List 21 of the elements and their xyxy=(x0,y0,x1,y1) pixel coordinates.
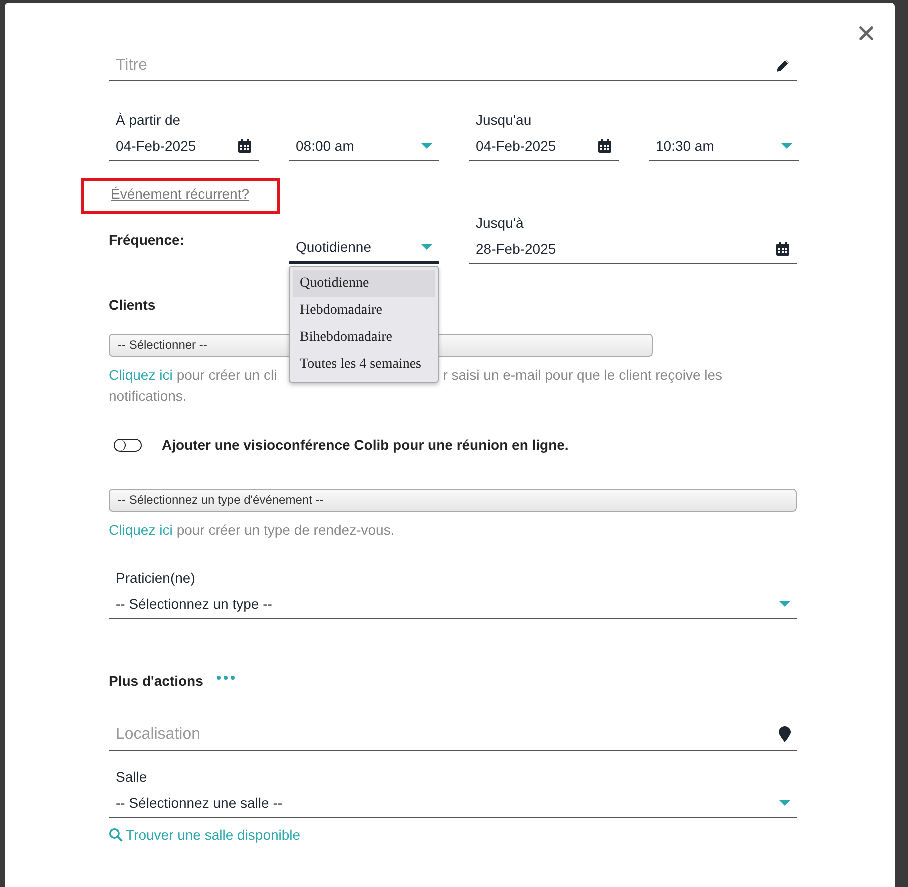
room-value: -- Sélectionnez une salle -- xyxy=(116,794,284,810)
field-label: Jusqu'à xyxy=(475,214,525,233)
time-value: 08:00 am xyxy=(296,138,356,154)
field-label: Salle xyxy=(115,768,148,787)
practitioner-value: -- Sélectionnez un type -- xyxy=(116,596,274,612)
help-text: pour créer un cli xyxy=(176,367,278,383)
field-label: Praticien(ne) xyxy=(115,569,196,588)
help-text: notifications. xyxy=(109,388,187,404)
frequency-label: Fréquence: xyxy=(109,231,186,250)
help-text: pour créer un type de rendez-vous. xyxy=(176,522,395,538)
date-value: 04-Feb-2025 xyxy=(116,138,198,154)
help-text: r saisi un e-mail pour que le client reçoive les xyxy=(443,367,723,383)
field-label: À partir de xyxy=(115,111,182,130)
date-value: 04-Feb-2025 xyxy=(476,138,558,154)
field-label: Jusqu'au xyxy=(475,111,533,130)
clients-label: Clients xyxy=(109,297,156,313)
time-value: 10:30 am xyxy=(656,138,716,154)
frequency-value: Quotidienne xyxy=(296,238,373,254)
toggle-label: Ajouter une visioconférence Colib pour une réunion en ligne. xyxy=(162,437,569,453)
date-value: 28-Feb-2025 xyxy=(476,240,558,256)
more-actions-label: Plus d'actions xyxy=(109,673,204,689)
